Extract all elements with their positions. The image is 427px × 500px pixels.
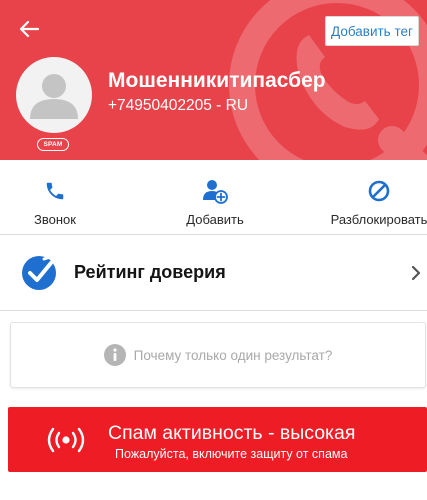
trust-rating-row[interactable]: Рейтинг доверия <box>0 236 427 311</box>
phone-icon <box>46 182 64 200</box>
one-result-info-text: Почему только один результат? <box>133 347 333 363</box>
info-icon <box>103 344 126 366</box>
back-button[interactable] <box>14 14 44 44</box>
avatar <box>16 57 92 133</box>
shield-check-icon <box>22 254 58 290</box>
unblock-button[interactable]: Разблокировать <box>324 160 427 235</box>
contact-header: Добавить тег SPAM Мошенникитипасбер +749… <box>0 0 427 160</box>
contact-phone: +74950402205 - RU <box>108 97 249 114</box>
contact-name: Мошенникитипасбер <box>108 69 326 92</box>
call-label: Звонок <box>34 212 76 227</box>
block-icon <box>368 180 390 202</box>
broadcast-icon <box>47 427 85 453</box>
add-contact-button[interactable]: Добавить <box>173 160 257 235</box>
add-tag-button[interactable]: Добавить тег <box>325 16 419 46</box>
action-row: Звонок Добавить Разблокировать <box>0 160 427 235</box>
one-result-info-card[interactable]: Почему только один результат? <box>10 322 426 388</box>
spam-activity-title: Спам активность - высокая <box>108 422 356 444</box>
add-contact-label: Добавить <box>186 212 244 227</box>
spam-activity-subtitle: Пожалуйста, включите защиту от спама <box>115 447 348 461</box>
spam-activity-banner[interactable]: Спам активность - высокая Пожалуйста, вк… <box>8 407 427 472</box>
person-icon <box>30 74 78 119</box>
unblock-label: Разблокировать <box>330 212 427 227</box>
add-person-icon <box>203 180 228 204</box>
arrow-left-icon <box>19 20 39 38</box>
trust-rating-title: Рейтинг доверия <box>74 262 226 282</box>
spam-badge: SPAM <box>37 138 69 151</box>
call-button[interactable]: Звонок <box>14 160 96 235</box>
chevron-right-icon <box>411 265 421 281</box>
